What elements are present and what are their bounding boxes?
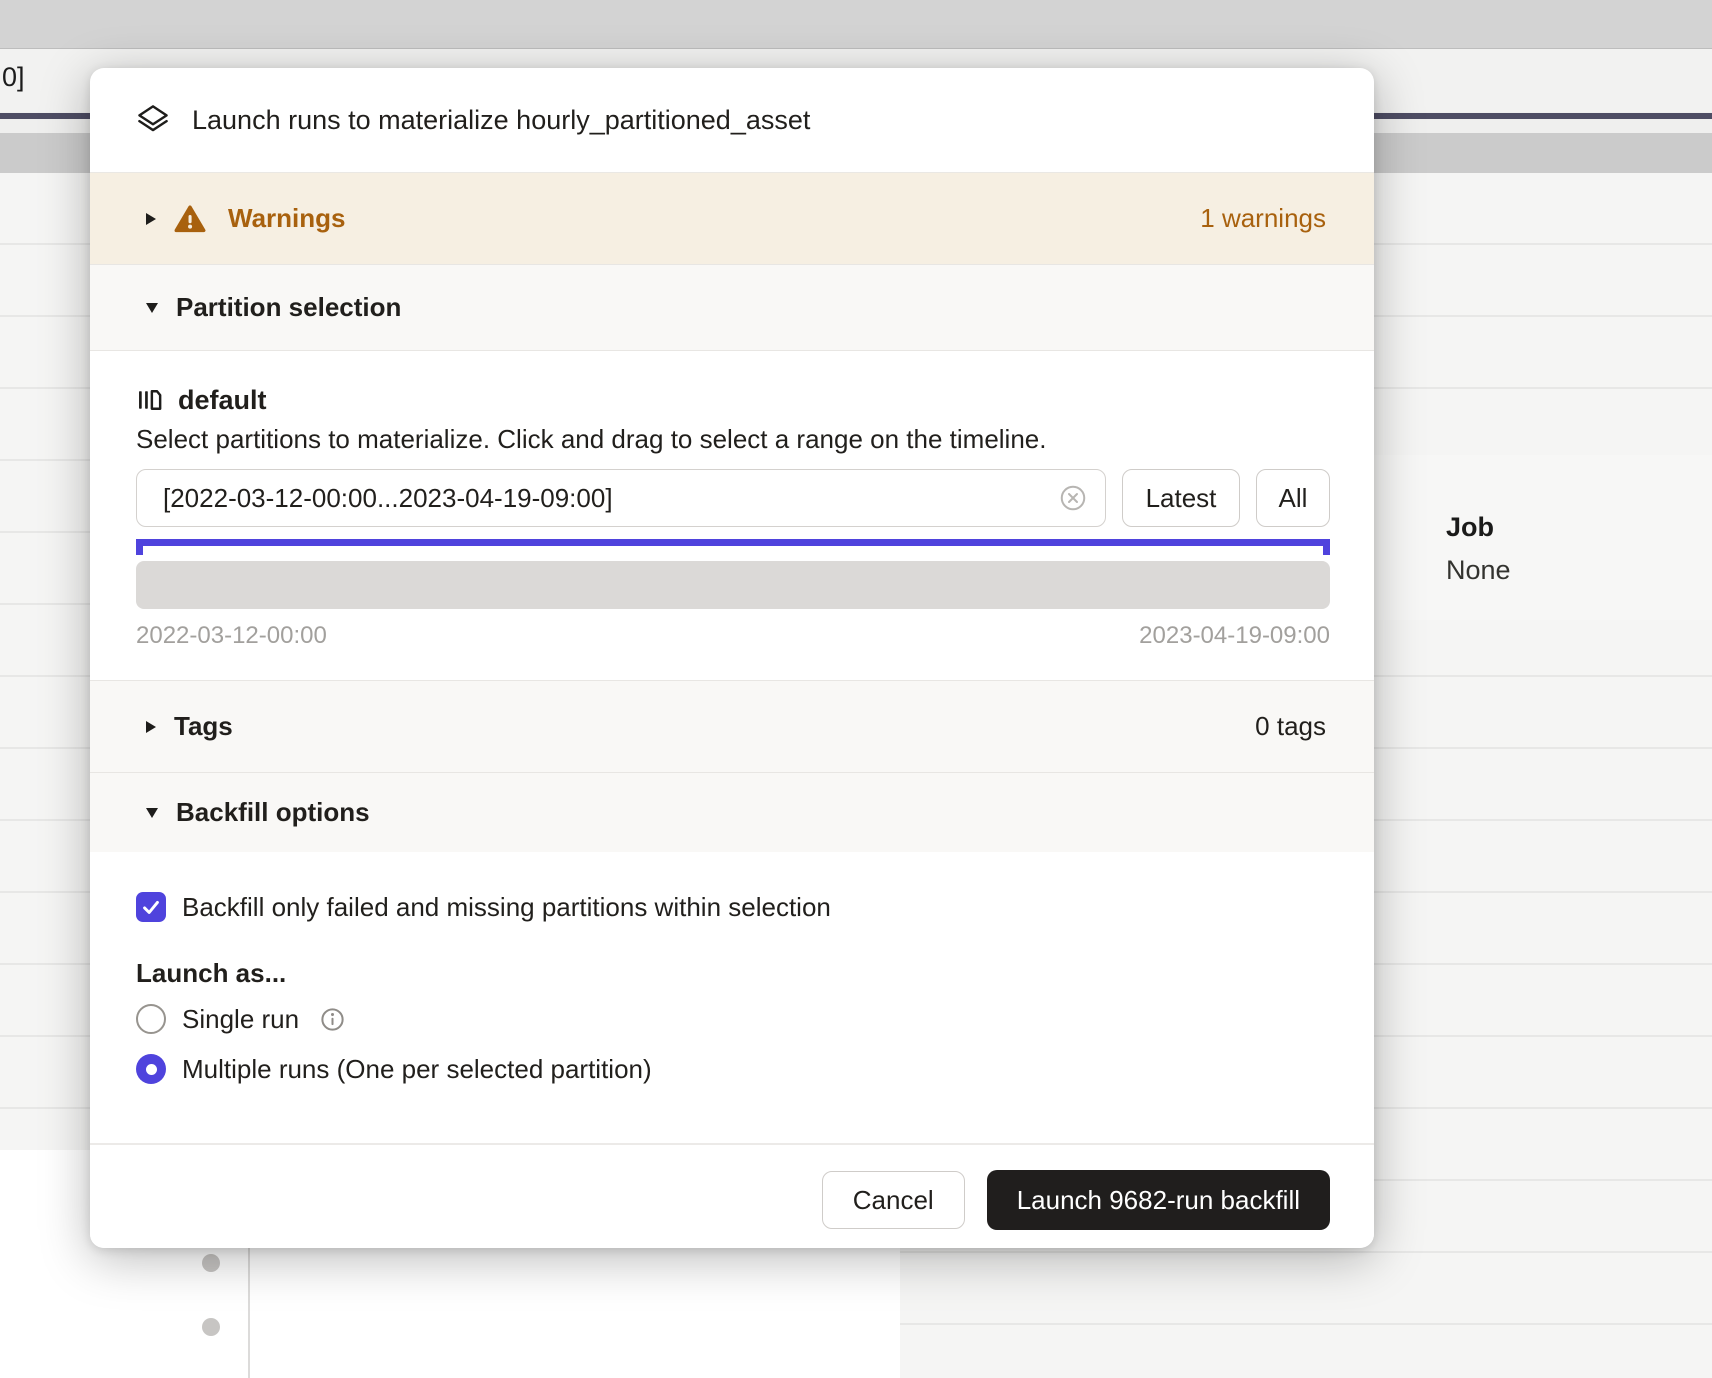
partition-range-row: Latest All (136, 469, 1330, 527)
background-job-cell (1374, 455, 1712, 620)
launch-as-label: Launch as... (136, 959, 1330, 987)
selection-range-end-tick (1323, 539, 1330, 555)
background-top-band (0, 0, 1712, 49)
radio-dot (146, 1064, 157, 1075)
single-run-radio[interactable] (136, 1004, 166, 1034)
partition-set-name: default (178, 385, 267, 416)
background-status-dot (202, 1318, 220, 1336)
partition-selection-expander[interactable]: Partition selection (90, 264, 1374, 351)
background-cell-text: 0] (2, 62, 25, 93)
asset-layers-icon (136, 103, 170, 137)
timeline-end-date: 2023-04-19-09:00 (1139, 622, 1330, 650)
multiple-runs-option[interactable]: Multiple runs (One per selected partitio… (136, 1053, 1330, 1085)
multiple-runs-radio[interactable] (136, 1054, 166, 1084)
partition-selection-content: default Select partitions to materialize… (90, 351, 1374, 680)
tags-count: 0 tags (1255, 711, 1326, 742)
backfill-only-failed-label: Backfill only failed and missing partiti… (182, 892, 831, 923)
selection-range-indicator (136, 539, 1330, 546)
partition-selection-description: Select partitions to materialize. Click … (136, 425, 1330, 453)
cancel-button[interactable]: Cancel (822, 1171, 965, 1229)
background-job-column: Job None (1446, 512, 1511, 586)
single-run-info[interactable] (319, 1006, 346, 1033)
backfill-only-failed-row[interactable]: Backfill only failed and missing partiti… (136, 891, 1330, 923)
warnings-expander[interactable]: Warnings 1 warnings (90, 172, 1374, 264)
all-button[interactable]: All (1256, 469, 1330, 527)
warnings-count: 1 warnings (1200, 203, 1326, 234)
dialog-title: Launch runs to materialize hourly_partit… (192, 105, 810, 136)
clear-selection-button[interactable] (1058, 483, 1088, 513)
single-run-label: Single run (182, 1004, 299, 1035)
partition-selection-header: Partition selection (176, 292, 401, 323)
checkmark-icon (140, 896, 162, 918)
chevron-right-icon (146, 721, 156, 733)
job-column-value: None (1446, 555, 1511, 586)
backfill-only-failed-checkbox[interactable] (136, 892, 166, 922)
partition-set-row: default (136, 385, 1330, 415)
warning-triangle-icon (174, 203, 206, 235)
backfill-options-expander[interactable]: Backfill options (90, 772, 1374, 852)
chevron-down-icon (146, 303, 158, 313)
single-run-option[interactable]: Single run (136, 1003, 1330, 1035)
circle-x-icon (1058, 483, 1088, 513)
multiple-runs-label: Multiple runs (One per selected partitio… (182, 1054, 652, 1085)
partition-range-input[interactable] (136, 469, 1106, 527)
chevron-right-icon (146, 213, 156, 225)
background-status-dot (202, 1254, 220, 1272)
backfill-options-header: Backfill options (176, 797, 370, 828)
partition-set-icon (136, 386, 164, 414)
latest-button[interactable]: Latest (1122, 469, 1240, 527)
selection-range-start-tick (136, 539, 143, 555)
tags-expander[interactable]: Tags 0 tags (90, 680, 1374, 772)
backfill-options-content: Backfill only failed and missing partiti… (90, 852, 1374, 1143)
timeline-date-labels: 2022-03-12-00:00 2023-04-19-09:00 (136, 622, 1330, 650)
launch-backfill-button[interactable]: Launch 9682-run backfill (987, 1170, 1330, 1230)
job-column-header: Job (1446, 512, 1511, 543)
warnings-label: Warnings (228, 203, 345, 234)
dialog-footer: Cancel Launch 9682-run backfill (90, 1143, 1374, 1248)
chevron-down-icon (146, 808, 158, 818)
launch-backfill-dialog: Launch runs to materialize hourly_partit… (90, 68, 1374, 1248)
partition-timeline[interactable] (136, 561, 1330, 609)
dialog-header: Launch runs to materialize hourly_partit… (90, 68, 1374, 172)
info-icon (319, 1006, 346, 1033)
tags-header: Tags (174, 711, 233, 742)
partition-range-input-wrap (136, 469, 1106, 527)
timeline-start-date: 2022-03-12-00:00 (136, 622, 327, 650)
